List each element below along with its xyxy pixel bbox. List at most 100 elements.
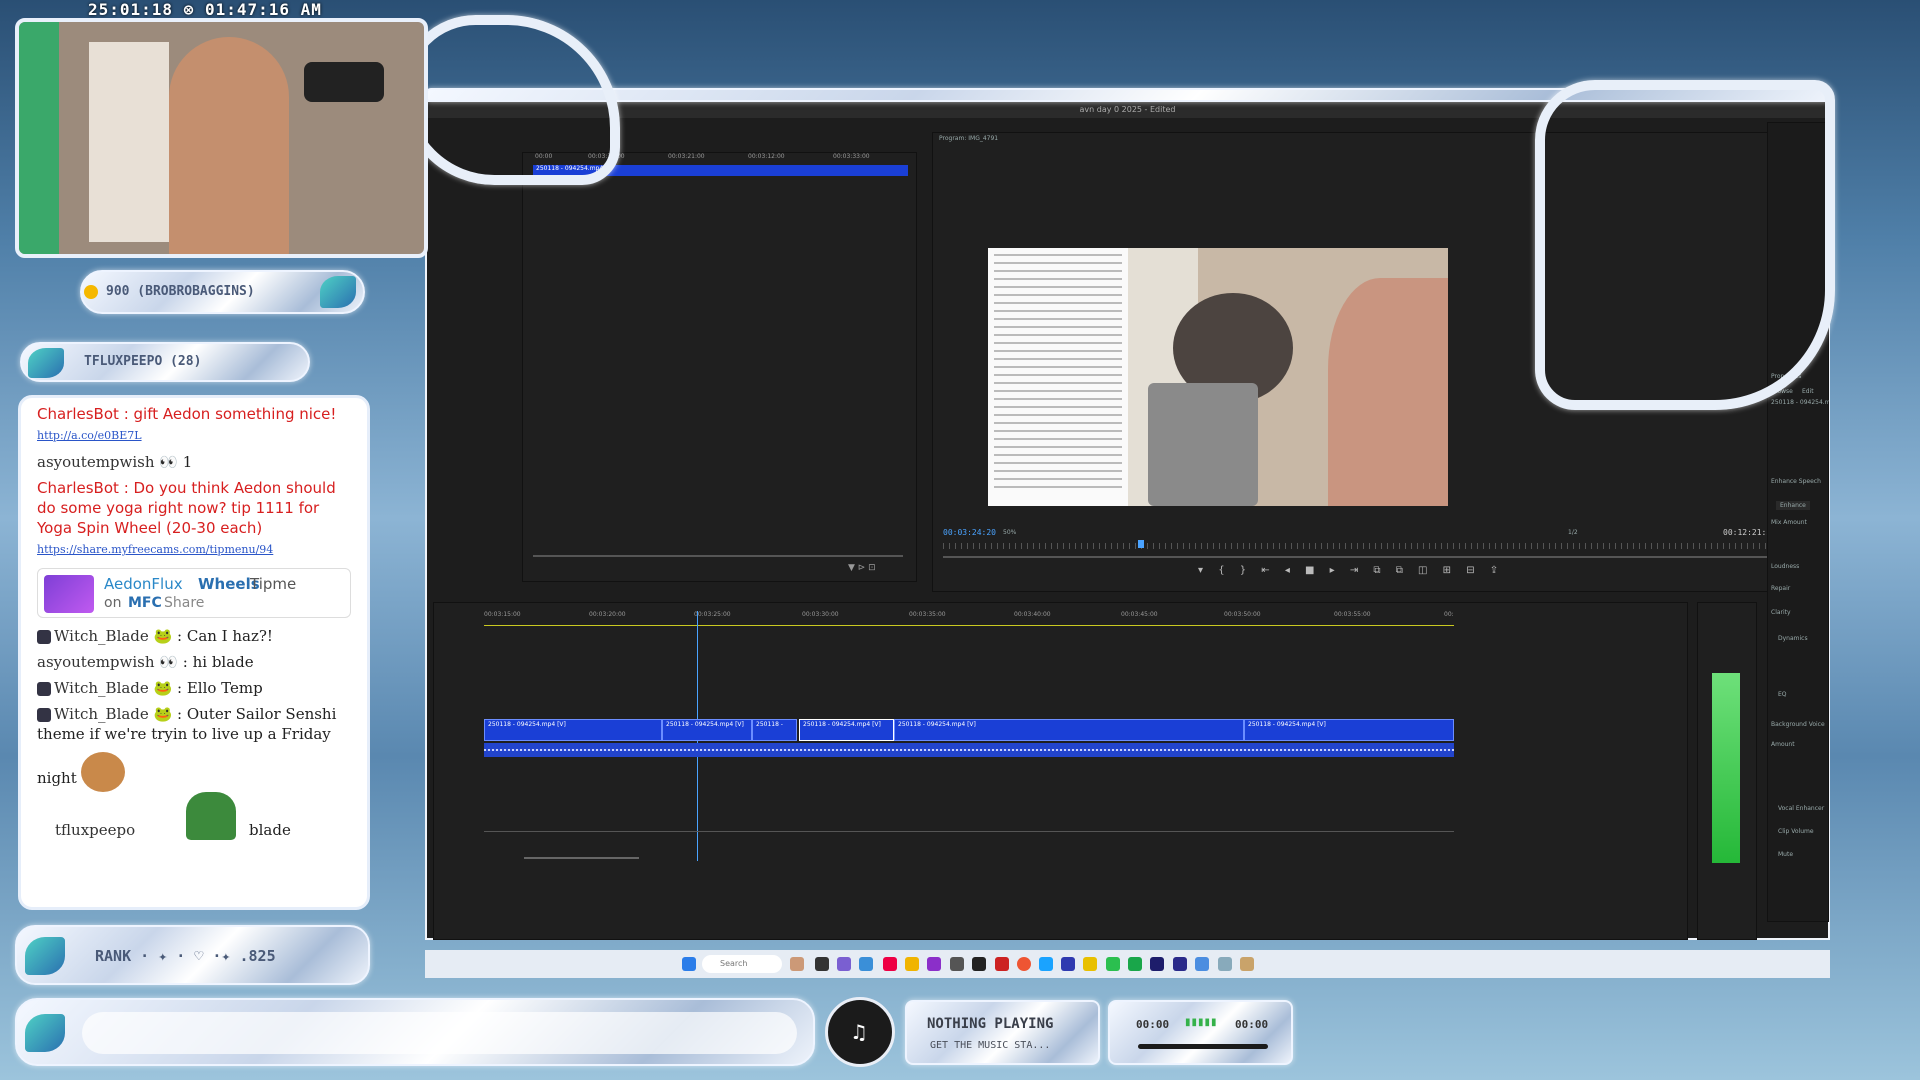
app-icon[interactable] — [1106, 957, 1120, 971]
mute[interactable]: Mute — [1778, 851, 1793, 858]
app-icon[interactable] — [790, 957, 804, 971]
transport-controls[interactable]: ▾ { } ⇤ ◂ ■ ▸ ⇥ ⧉ ⧉ ◫ ⊞ ⊟ ⇪ — [1198, 565, 1504, 576]
video-clip[interactable]: 250118 - 094254.mp4 [V] — [662, 719, 752, 741]
webcam-shelf — [89, 42, 169, 242]
follow-alert-text: TFLUXPEEPO (28) — [84, 354, 202, 369]
chat-user[interactable]: asyoutempwish — [37, 653, 155, 671]
chat-message: CharlesBot : Do you think Aedon should d… — [21, 478, 367, 560]
chat-link[interactable]: https://share.myfreecams.com/tipmenu/94 — [37, 543, 273, 556]
tick: 00:03:33:00 — [833, 153, 870, 160]
pepe-emote-icon — [186, 792, 236, 840]
source-scrollbar[interactable] — [533, 555, 903, 557]
chat-user[interactable]: Witch_Blade — [54, 705, 149, 723]
resolution-fraction[interactable]: 1/2 — [1568, 529, 1578, 536]
program-ruler[interactable] — [943, 543, 1798, 549]
chat-user[interactable]: asyoutempwish — [37, 453, 155, 471]
video-clip-selected[interactable]: 250118 - 094254.mp4 [V] — [799, 719, 894, 741]
source-controls-icon[interactable]: ▼ ⊳ ⊡ — [848, 563, 876, 573]
app-icon[interactable] — [1039, 957, 1053, 971]
timeline-ruler[interactable]: 00:03:15:00 00:03:20:00 00:03:25:00 00:0… — [484, 611, 1454, 623]
chrome-icon[interactable] — [1017, 957, 1031, 971]
app-icon[interactable] — [859, 957, 873, 971]
taskbar-search[interactable]: Search — [702, 955, 782, 973]
app-icon[interactable] — [972, 957, 986, 971]
preview-person — [1328, 278, 1448, 506]
video-clip[interactable]: 250118 - 094254.mp4 [V] — [1244, 719, 1454, 741]
tip-platform-post: Share — [164, 595, 205, 611]
tip-card[interactable]: AedonFlux Wheels Tipme on MFC Share — [37, 568, 351, 618]
follow-alert-pill: TFLUXPEEPO (28) — [20, 342, 310, 382]
app-icon[interactable] — [1173, 957, 1187, 971]
taskbar: Search — [425, 950, 1830, 978]
app-icon[interactable] — [1061, 957, 1075, 971]
timeline-scrollbar[interactable] — [524, 857, 639, 859]
background-voice[interactable]: Background Voice — [1771, 721, 1825, 728]
video-clip[interactable]: 250118 - 094254.mp4 [V] — [894, 719, 1244, 741]
chat-user[interactable]: CharlesBot — [37, 405, 119, 423]
preview-chat-panel — [988, 248, 1128, 506]
music-disc: ♫ — [825, 997, 895, 1067]
meter-level — [1712, 673, 1740, 863]
zoom-level[interactable]: 50% — [1003, 529, 1016, 536]
app-icon[interactable] — [1195, 957, 1209, 971]
music-progress-bar[interactable] — [1138, 1044, 1268, 1049]
tick: 00:03:20:00 — [589, 611, 626, 618]
audio-meter — [1697, 602, 1757, 940]
gem-icon — [320, 276, 356, 308]
enhance-button[interactable]: Enhance — [1776, 501, 1810, 510]
clarity[interactable]: Clarity — [1771, 609, 1791, 616]
loudness[interactable]: Loudness — [1771, 563, 1799, 570]
program-label[interactable]: Program: IMG_4791 — [939, 135, 998, 142]
bottom-input-bar — [15, 998, 815, 1066]
tick: 00:03:35:00 — [909, 611, 946, 618]
app-icon[interactable] — [837, 957, 851, 971]
premiere-icon[interactable] — [1150, 957, 1164, 971]
props-file: 250118 - 094254.mp4 — [1771, 399, 1829, 406]
app-icon[interactable] — [995, 957, 1009, 971]
app-icon[interactable] — [1240, 957, 1254, 971]
dynamics[interactable]: Dynamics — [1778, 635, 1808, 642]
monkey-emote-icon — [81, 752, 125, 792]
music-title: NOTHING PLAYING — [927, 1016, 1054, 1032]
music-bars: ▮▮▮▮▮ — [1185, 1017, 1218, 1028]
tick: 00:03:12:00 — [748, 153, 785, 160]
enhance-speech[interactable]: Enhance Speech — [1771, 478, 1821, 485]
amount: Amount — [1771, 741, 1795, 748]
now-playing-card: NOTHING PLAYING GET THE MUSIC STA... — [905, 1000, 1100, 1065]
chat-link[interactable]: http://a.co/e0BE7L — [37, 429, 142, 442]
app-icon[interactable] — [1128, 957, 1142, 971]
repair[interactable]: Repair — [1771, 585, 1790, 592]
chat-message-cont: night — [21, 752, 367, 792]
tick: 00:03:45:00 — [1121, 611, 1158, 618]
video-clip[interactable]: 250118 - — [752, 719, 797, 741]
eq[interactable]: EQ — [1778, 691, 1787, 698]
app-icon[interactable] — [950, 957, 964, 971]
mfc-logo: MFC — [128, 595, 162, 611]
chat-user[interactable]: tfluxpeepo — [55, 820, 135, 840]
bottom-bar-field — [82, 1012, 797, 1054]
webcam-feed — [15, 18, 428, 258]
track-divider — [484, 831, 1454, 832]
audio-track[interactable] — [484, 743, 1454, 757]
app-icon[interactable] — [927, 957, 941, 971]
app-icon[interactable] — [883, 957, 897, 971]
tab-edit[interactable]: Edit — [1802, 388, 1814, 395]
program-timecode[interactable]: 00:03:24:20 — [943, 528, 996, 537]
frame-wing-decoration — [400, 15, 620, 185]
webcam-person — [169, 37, 289, 254]
app-icon[interactable] — [815, 957, 829, 971]
app-icon[interactable] — [1218, 957, 1232, 971]
app-icon[interactable] — [1083, 957, 1097, 971]
video-clip[interactable]: 250118 - 094254.mp4 [V] — [484, 719, 662, 741]
chat-user[interactable]: CharlesBot — [37, 479, 119, 497]
tick: 00: — [1444, 611, 1454, 618]
gem-icon — [25, 1014, 65, 1052]
vocal-enhancer[interactable]: Vocal Enhancer — [1778, 805, 1824, 812]
program-scrollbar[interactable] — [943, 556, 1798, 558]
program-playhead[interactable] — [1138, 540, 1144, 548]
clip-volume[interactable]: Clip Volume — [1778, 828, 1814, 835]
chat-user[interactable]: Witch_Blade — [54, 627, 149, 645]
folder-icon[interactable] — [905, 957, 919, 971]
start-icon[interactable] — [682, 957, 696, 971]
chat-user[interactable]: Witch_Blade — [54, 679, 149, 697]
